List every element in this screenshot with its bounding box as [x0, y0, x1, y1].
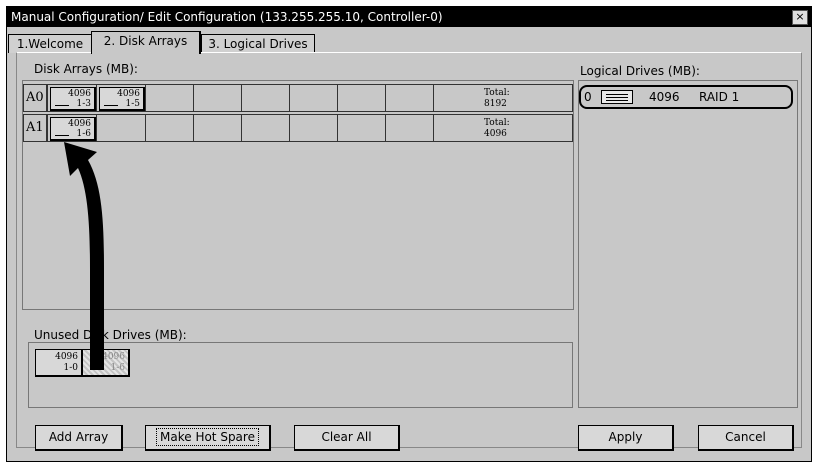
title-bar[interactable]: Manual Configuration/ Edit Configuration… [7, 7, 811, 27]
array-slot[interactable] [289, 114, 338, 142]
drive-bar-icon [55, 135, 69, 136]
unused-disk-drive[interactable]: 4096 1-0 [35, 349, 83, 377]
array-slot[interactable]: 4096 1-3 [47, 84, 97, 112]
array-slot[interactable] [337, 114, 386, 142]
total-label: Total: [484, 88, 510, 98]
total-value: 8192 [484, 99, 507, 109]
array-slot[interactable] [385, 114, 434, 142]
window-title: Manual Configuration/ Edit Configuration… [11, 10, 443, 24]
disk-drive[interactable]: 4096 1-5 [99, 87, 145, 111]
array-slot[interactable] [241, 84, 290, 112]
unused-drives-panel[interactable]: 4096 1-0 4096 1-6 [28, 342, 573, 408]
array-row-a0[interactable]: A0 4096 1-3 4096 1-5 Total: 8192 [23, 84, 573, 112]
drive-bar-icon [55, 105, 69, 106]
array-total-cell: Total: 4096 [433, 114, 573, 142]
array-row-a1[interactable]: A1 4096 1-6 Total: 4096 [23, 114, 573, 142]
drive-id: 1-6 [76, 129, 92, 139]
drive-id: 1-3 [76, 99, 92, 109]
drive-id: 1-6 [110, 363, 126, 373]
drive-size: 4096 [68, 89, 91, 99]
drive-size: 4096 [55, 352, 78, 362]
logical-drive-index: 0 [584, 90, 592, 104]
array-name: A0 [23, 84, 47, 112]
array-slot[interactable] [193, 114, 242, 142]
array-slot[interactable] [241, 114, 290, 142]
array-slot[interactable] [193, 84, 242, 112]
make-hot-spare-button[interactable]: Make Hot Spare [145, 425, 271, 451]
array-slot[interactable] [289, 84, 338, 112]
array-slot[interactable] [337, 84, 386, 112]
logical-drive-icon [601, 90, 633, 104]
logical-drives-label: Logical Drives (MB): [580, 64, 700, 78]
array-slot[interactable] [145, 114, 194, 142]
disk-arrays-label: Disk Arrays (MB): [34, 62, 138, 76]
array-slot[interactable]: 4096 1-5 [96, 84, 146, 112]
drive-id: 1-5 [125, 99, 141, 109]
array-name: A1 [23, 114, 47, 142]
dragging-disk-drive[interactable]: 4096 1-6 [82, 349, 130, 377]
apply-button[interactable]: Apply [578, 425, 674, 451]
tab-welcome[interactable]: 1.Welcome [8, 34, 92, 53]
drive-bar-icon [104, 105, 118, 106]
drive-size: 4096 [68, 119, 91, 129]
close-button[interactable]: × [792, 10, 808, 25]
array-slot[interactable] [145, 84, 194, 112]
cancel-button[interactable]: Cancel [698, 425, 794, 451]
total-label: Total: [484, 118, 510, 128]
disk-arrays-grid[interactable]: A0 4096 1-3 4096 1-5 Total: 8192 A1 4096… [22, 80, 574, 310]
logical-drive-size: 4096 [649, 90, 680, 104]
array-slot[interactable] [96, 114, 146, 142]
make-hot-spare-label: Make Hot Spare [156, 428, 259, 446]
disk-drive[interactable]: 4096 1-3 [50, 87, 96, 111]
drive-size: 4096 [102, 352, 125, 362]
drive-id: 1-0 [63, 363, 79, 373]
logical-drives-panel[interactable]: 0 4096 RAID 1 [578, 80, 798, 408]
logical-drive-row[interactable]: 0 4096 RAID 1 [579, 85, 793, 109]
logical-drive-raid: RAID 1 [699, 90, 740, 104]
clear-all-button[interactable]: Clear All [294, 425, 400, 451]
disk-drive[interactable]: 4096 1-6 [50, 117, 96, 141]
drive-size: 4096 [117, 89, 140, 99]
unused-drives-label: Unused Disk Drives (MB): [34, 328, 187, 342]
tab-disk-arrays[interactable]: 2. Disk Arrays [91, 31, 201, 54]
array-slot[interactable]: 4096 1-6 [47, 114, 97, 142]
total-value: 4096 [484, 129, 507, 139]
array-total-cell: Total: 8192 [433, 84, 573, 112]
add-array-button[interactable]: Add Array [35, 425, 123, 451]
tab-logical-drives[interactable]: 3. Logical Drives [201, 34, 315, 53]
array-slot[interactable] [385, 84, 434, 112]
